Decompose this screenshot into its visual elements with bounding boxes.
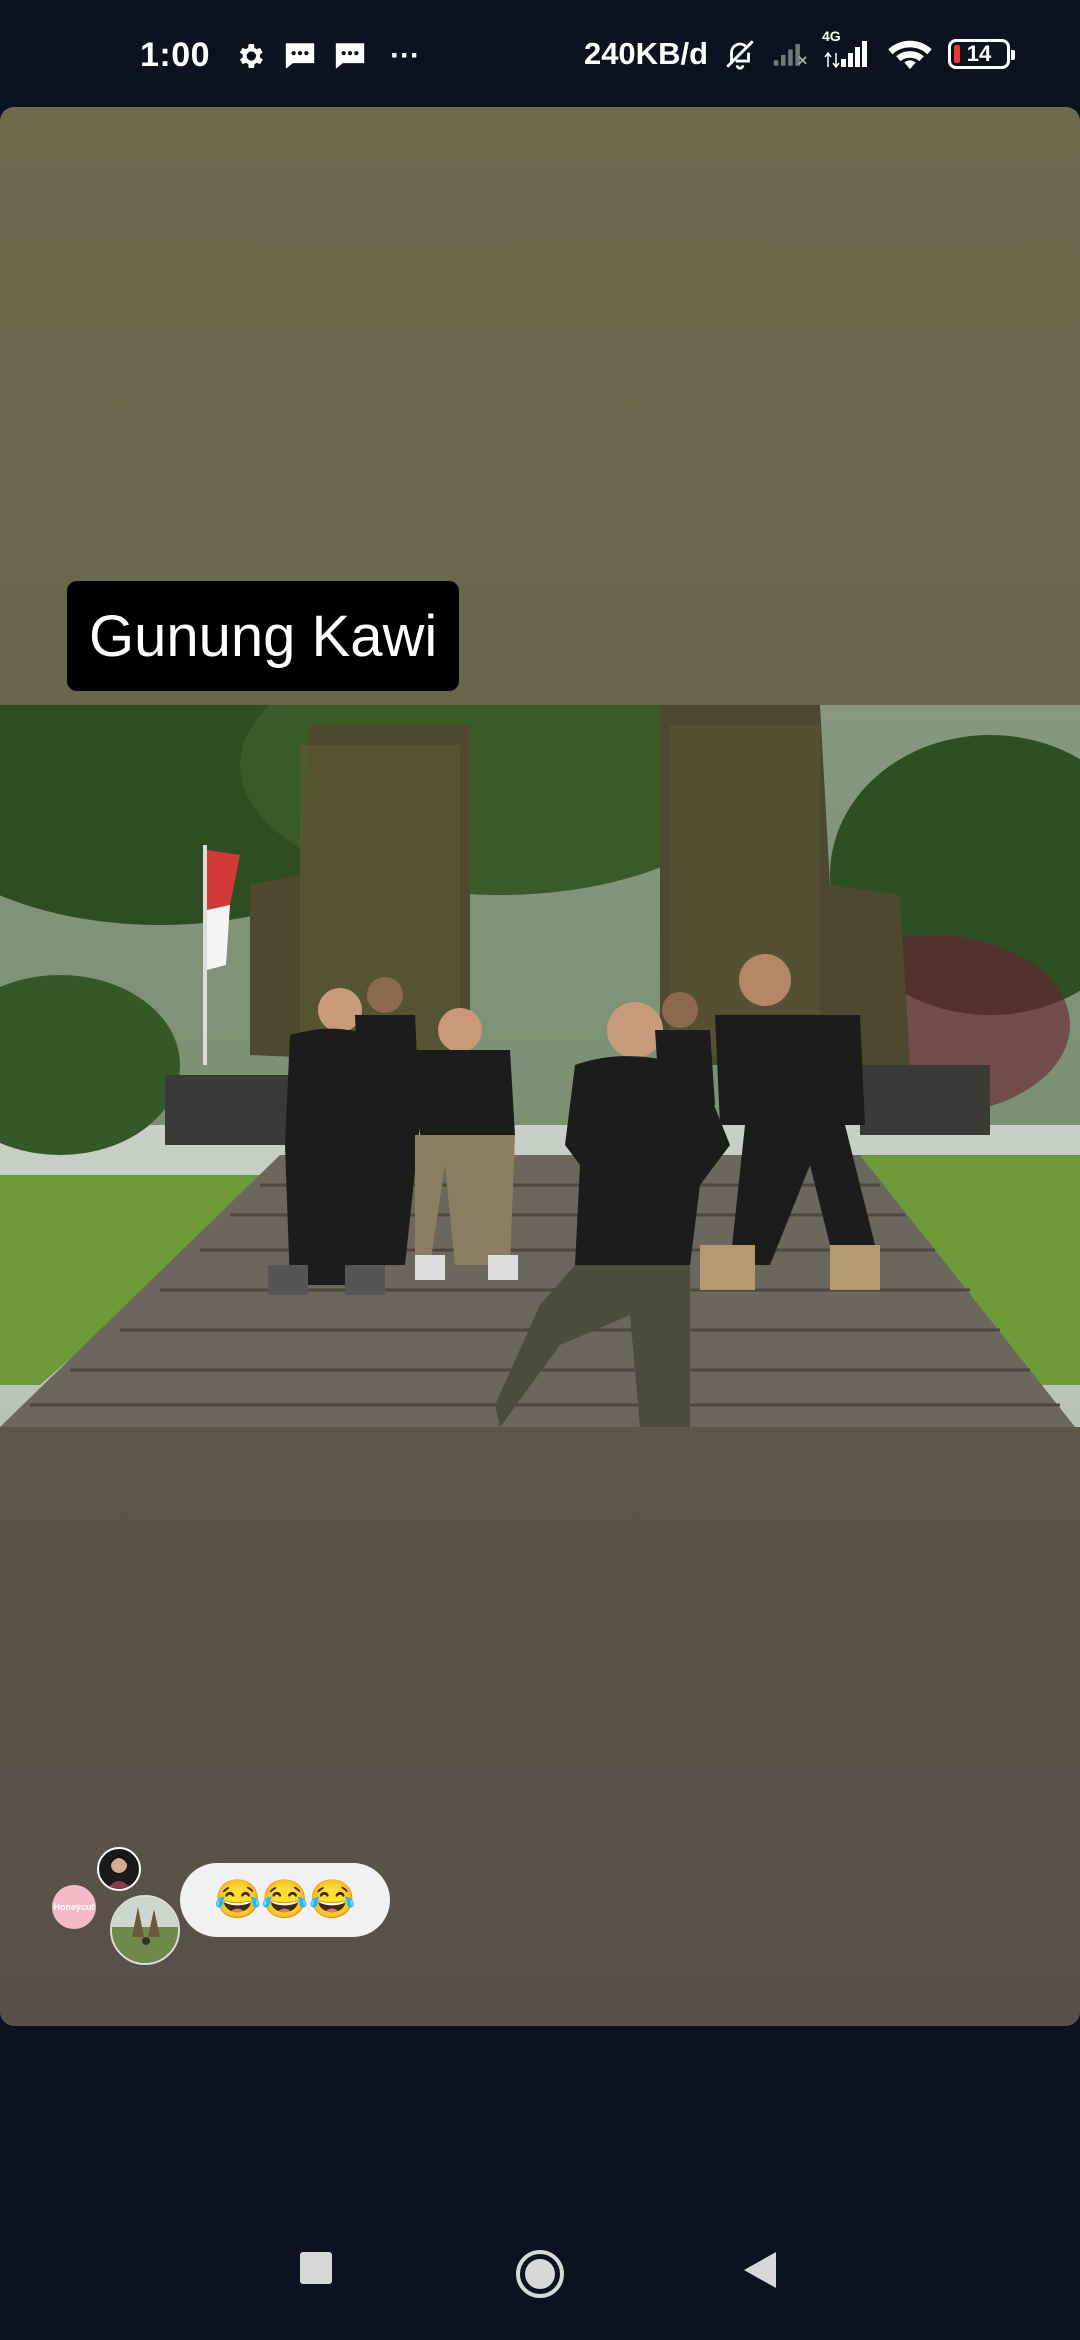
signal-4g-icon: 4G [822,28,872,72]
story-viewer[interactable]: Gunung Kawi Honeycut 😂😂😂 [0,107,1080,2026]
signal-icon [772,36,808,72]
group-photo-icon [0,705,1080,1427]
network-label: 4G [822,28,841,44]
story-caption: Gunung Kawi [67,581,460,691]
avatar[interactable] [110,1895,180,1965]
battery-icon: 14 [948,39,1015,69]
status-time: 1:00 [140,36,211,74]
avatar[interactable]: Honeycut [52,1885,96,1929]
reaction-message-bubble[interactable]: 😂😂😂 [180,1863,390,1937]
avatar-label: Honeycut [53,1902,95,1912]
status-left: 1:00 ··· [140,36,420,75]
home-icon[interactable] [514,2248,566,2300]
recents-icon[interactable] [298,2250,334,2286]
message-icon [282,38,318,74]
more-dots-icon: ··· [390,38,421,72]
gear-icon [232,38,268,74]
status-right: 240KB/d 4G 14 [583,28,1015,72]
data-speed: 240KB/d [583,36,708,71]
back-icon[interactable] [742,2250,778,2290]
navigation-bar [0,2200,1080,2340]
avatar[interactable] [97,1847,141,1891]
message-icon [332,38,368,74]
mute-icon [722,36,758,72]
wifi-icon [886,36,934,72]
battery-level: 14 [966,41,992,66]
status-bar: 1:00 ··· 240KB/d 4G 14 [0,0,1080,108]
